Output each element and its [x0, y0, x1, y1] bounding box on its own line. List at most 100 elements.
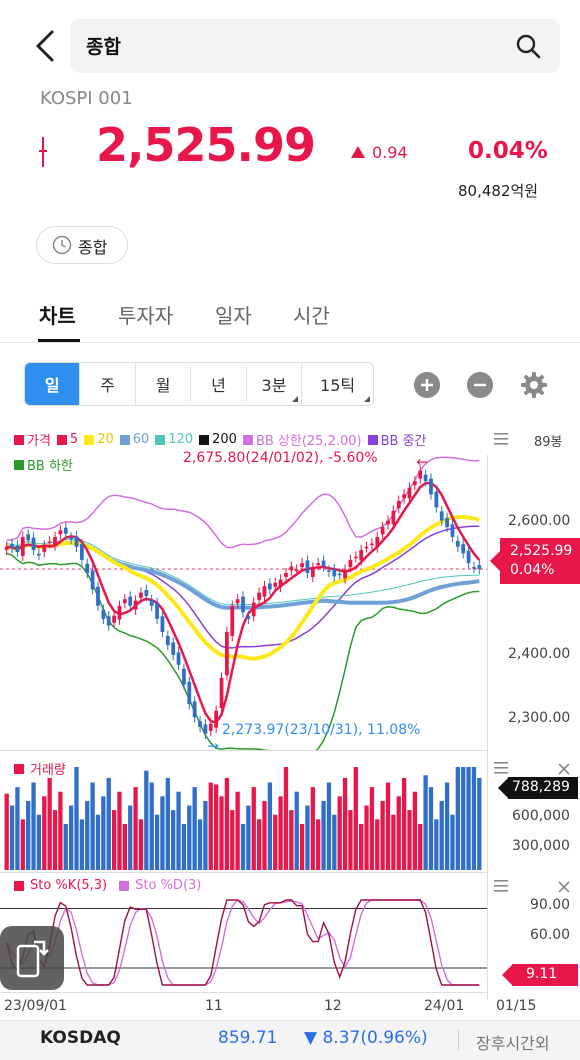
volume-bar	[289, 810, 294, 870]
candle-body	[219, 677, 224, 709]
volume-bar	[375, 819, 380, 870]
candle-body	[391, 510, 396, 525]
x-axis-label: 24/01	[424, 998, 465, 1014]
volume-bar	[74, 767, 79, 870]
candle-body	[294, 569, 299, 572]
period-day[interactable]: 일	[25, 363, 81, 405]
volume-axis-label: 300,000	[512, 838, 570, 854]
candle-body	[343, 569, 347, 579]
volume-bar	[47, 777, 52, 870]
tab-chart[interactable]: 차트	[39, 300, 76, 329]
zoom-out-icon[interactable]	[467, 372, 493, 398]
menu-icon[interactable]	[494, 433, 508, 445]
legend-swatch	[367, 434, 378, 445]
candle-body	[74, 536, 79, 547]
candle-body	[289, 566, 294, 571]
sto-axis-label: 90.00	[530, 897, 571, 913]
candle-body	[359, 550, 364, 561]
volume-bar	[246, 805, 251, 870]
close-icon[interactable]	[558, 881, 570, 893]
legend-swatch	[242, 434, 253, 445]
candle-body	[15, 545, 20, 553]
x-axis-label: 12	[324, 998, 342, 1014]
price-chart[interactable]: ←→	[0, 455, 488, 750]
candle-body	[225, 632, 229, 676]
volume-bar	[364, 805, 369, 870]
candle-body	[402, 494, 407, 499]
volume-bar	[310, 787, 315, 870]
volume-bar	[455, 767, 460, 870]
legend-item: BB 상한(25,2.00)	[242, 430, 362, 449]
candle-body	[477, 565, 482, 570]
down-triangle-icon: ▼	[304, 1028, 318, 1048]
volume-bar	[219, 796, 224, 870]
close-icon[interactable]	[558, 763, 570, 775]
gear-icon[interactable]	[520, 371, 548, 399]
volume-bar	[326, 782, 332, 870]
candle-body	[439, 511, 444, 521]
volume-chart[interactable]	[0, 765, 488, 870]
period-year[interactable]: 년	[191, 363, 247, 405]
legend-label: 5	[69, 432, 79, 447]
volume-bar	[283, 767, 289, 870]
candle-body	[171, 642, 176, 655]
candle-body	[79, 544, 84, 560]
volume-bar	[101, 796, 106, 870]
clock-icon	[52, 235, 72, 255]
search-icon[interactable]	[514, 32, 542, 60]
volume-bar	[133, 787, 138, 870]
candle-body	[423, 474, 428, 482]
volume-bar	[117, 791, 122, 870]
candle-body	[176, 652, 181, 665]
volume-bar	[213, 784, 219, 870]
index-code: KOSPI 001	[40, 88, 133, 109]
volume-bar	[305, 805, 310, 870]
period-3min[interactable]: 3분	[247, 363, 303, 405]
volume-bar	[52, 810, 58, 870]
flag-price: 2,525.99	[510, 543, 573, 559]
period-15tick[interactable]: 15틱	[302, 363, 373, 405]
candle-body	[300, 563, 304, 568]
volume-axis-label: 600,000	[512, 808, 570, 824]
current-price: 2,525.99	[96, 118, 316, 172]
zoom-in-icon[interactable]	[414, 372, 440, 398]
volume-bar	[477, 777, 482, 870]
volume-flag: 788,289	[498, 777, 578, 799]
period-week[interactable]: 주	[80, 363, 136, 405]
legend-item: 60	[119, 430, 150, 449]
candle-body	[160, 616, 165, 632]
period-month[interactable]: 월	[136, 363, 192, 405]
tab-daily[interactable]: 일자	[215, 300, 252, 329]
volume-bar	[58, 791, 63, 870]
x-axis-label: 11	[205, 998, 223, 1014]
volume-bar	[256, 819, 262, 870]
search-bar[interactable]	[70, 19, 560, 73]
period-15tick-label: 15틱	[320, 376, 356, 395]
tab-time[interactable]: 시간	[293, 300, 330, 329]
panel-divider	[0, 750, 488, 751]
candles-count: 89봉	[534, 435, 563, 450]
search-input[interactable]: 종합	[86, 32, 121, 59]
menu-icon[interactable]	[494, 880, 508, 892]
volume-bar	[79, 819, 85, 870]
candle-body	[235, 599, 240, 604]
price-change: 0.94	[372, 143, 408, 162]
back-arrow-icon[interactable]	[26, 26, 66, 66]
candle-body	[466, 550, 471, 564]
volume-bar	[203, 800, 208, 870]
trade-amount: 80,482억원	[458, 182, 539, 200]
candle-body	[332, 569, 337, 577]
rotate-screen-button[interactable]	[0, 926, 64, 990]
volume-bar	[332, 814, 337, 870]
stochastic-chart[interactable]	[0, 895, 488, 990]
legend-label: BB 상한(25,2.00)	[255, 434, 362, 449]
candle-body	[47, 541, 52, 544]
low-annotation: 2,273.97(23/10/31), 11.08%	[222, 722, 421, 738]
legend-label: 60	[132, 432, 150, 447]
volume-bar	[461, 767, 466, 870]
candle-body	[327, 570, 331, 572]
volume-bar	[68, 805, 74, 870]
tab-investor[interactable]: 투자자	[118, 300, 173, 329]
candle-body	[407, 487, 412, 499]
menu-icon[interactable]	[494, 762, 508, 774]
